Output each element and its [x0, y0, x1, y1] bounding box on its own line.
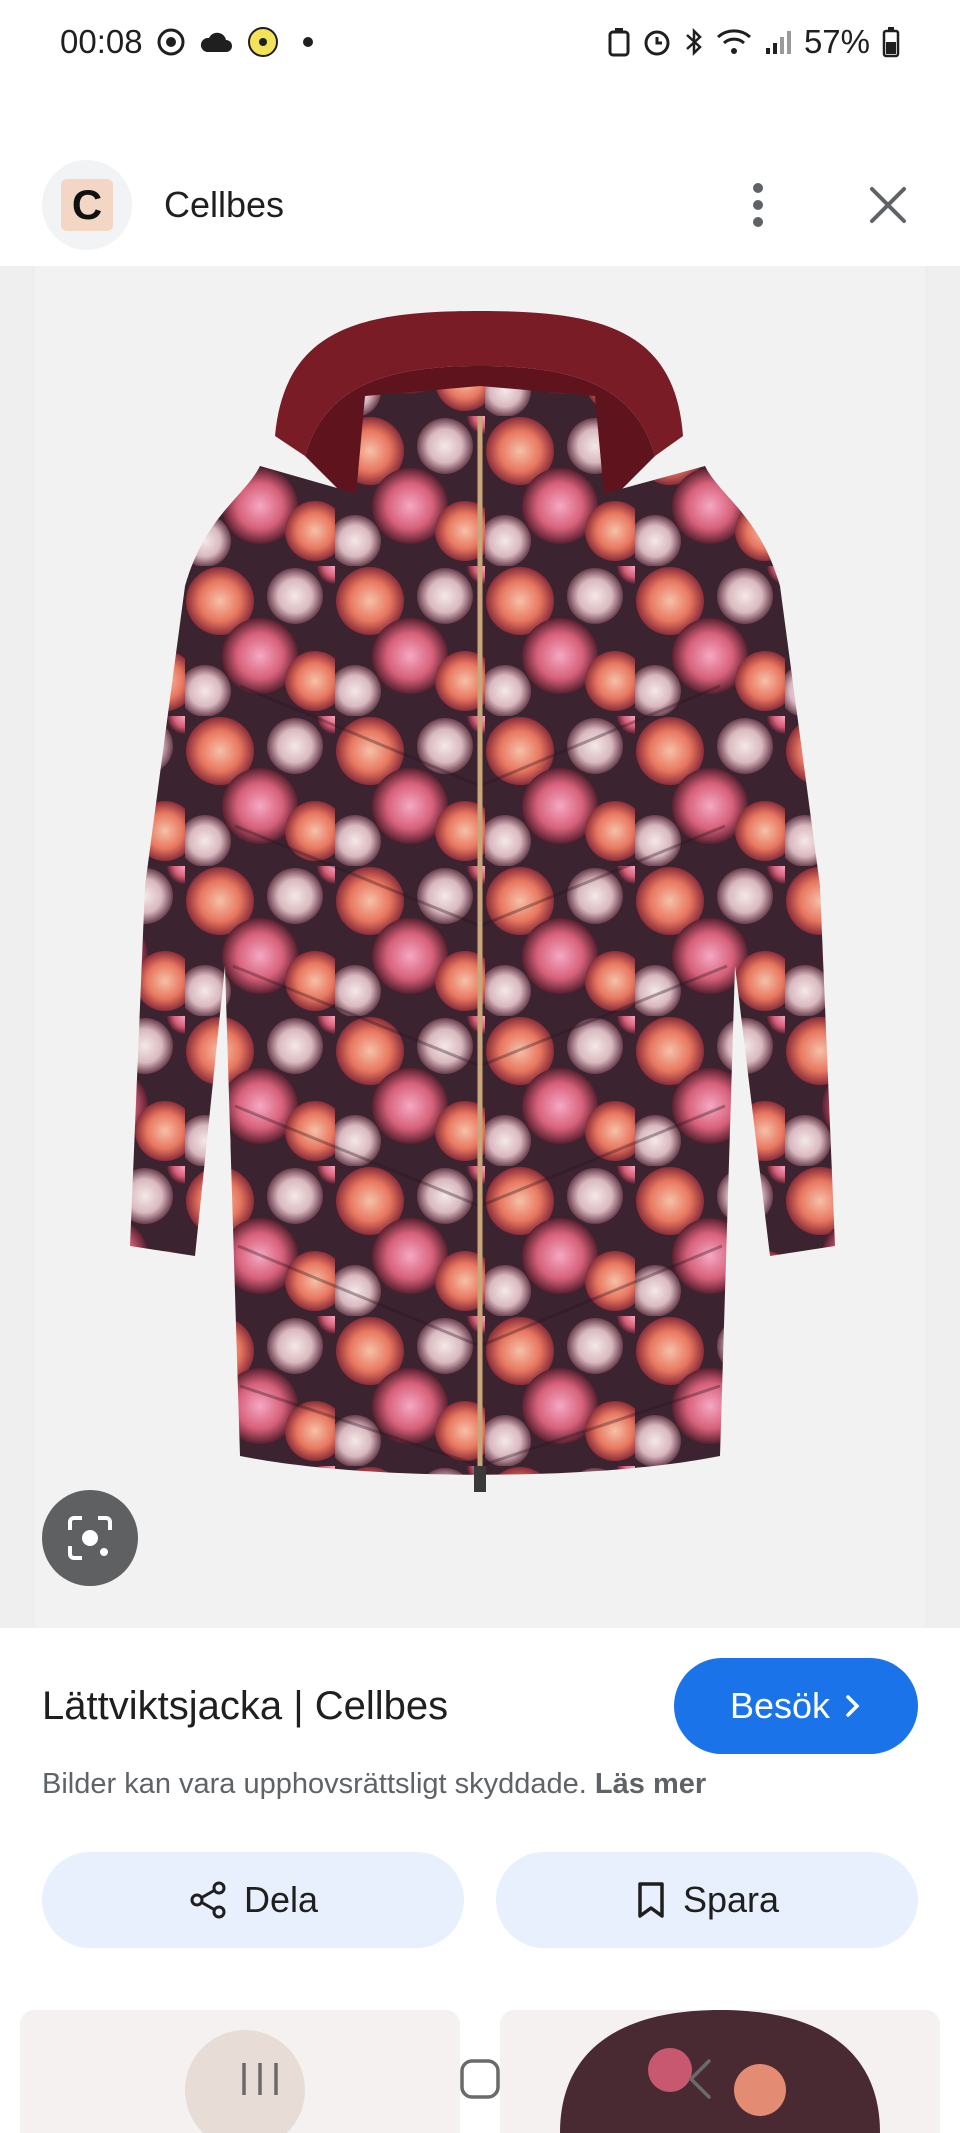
- read-more-link[interactable]: Läs mer: [595, 1768, 706, 1800]
- share-label: Dela: [243, 1879, 319, 1920]
- source-header: C Cellbes: [0, 150, 960, 260]
- share-button[interactable]: Dela: [42, 1852, 464, 1948]
- recents-icon: [242, 2063, 278, 2095]
- save-label: Spara: [682, 1879, 780, 1920]
- cloud-icon: [199, 30, 233, 54]
- copyright-text: Bilder kan vara upphovsrättsligt skyddad…: [42, 1768, 587, 1800]
- back-icon: [688, 2059, 711, 2099]
- more-vertical-icon: [753, 183, 763, 227]
- bookmark-icon: [638, 1882, 664, 1918]
- site-initial: C: [61, 179, 113, 231]
- chevron-right-icon: [846, 1695, 860, 1717]
- back-button[interactable]: [670, 2049, 730, 2109]
- jacket-photo: [35, 266, 925, 1628]
- visit-label: Besök: [729, 1685, 831, 1726]
- wifi-icon: [716, 28, 752, 56]
- status-bar: 00:08 57%: [0, 0, 960, 84]
- product-image[interactable]: [0, 266, 960, 1628]
- save-button[interactable]: Spara: [496, 1852, 918, 1948]
- product-title[interactable]: Lättviktsjacka | Cellbes: [42, 1684, 448, 1729]
- google-lens-button[interactable]: [42, 1490, 138, 1586]
- recents-button[interactable]: [230, 2049, 290, 2109]
- system-nav-bar: [0, 2025, 960, 2133]
- battery-percent: 57%: [803, 23, 870, 60]
- site-logo[interactable]: C: [42, 160, 132, 250]
- share-icon: [190, 1881, 226, 1919]
- signal-icon: [764, 28, 792, 56]
- more-options-button[interactable]: [728, 175, 788, 235]
- status-time: 00:08: [60, 23, 143, 60]
- home-icon: [460, 2059, 500, 2099]
- app-badge-icon: [247, 26, 279, 58]
- bluetooth-icon: [684, 27, 704, 57]
- chrome-icon: [157, 28, 185, 56]
- battery-icon: [882, 26, 900, 58]
- close-button[interactable]: [858, 175, 918, 235]
- alarm-icon: [642, 27, 672, 57]
- visit-button[interactable]: Besök: [674, 1658, 918, 1754]
- lens-icon: [68, 1516, 112, 1560]
- close-icon: [870, 187, 906, 223]
- home-button[interactable]: [450, 2049, 510, 2109]
- notification-dot-icon: [302, 37, 313, 47]
- site-name[interactable]: Cellbes: [164, 184, 284, 226]
- battery-saver-icon: [608, 27, 630, 57]
- copyright-notice: Bilder kan vara upphovsrättsligt skyddad…: [42, 1768, 706, 1801]
